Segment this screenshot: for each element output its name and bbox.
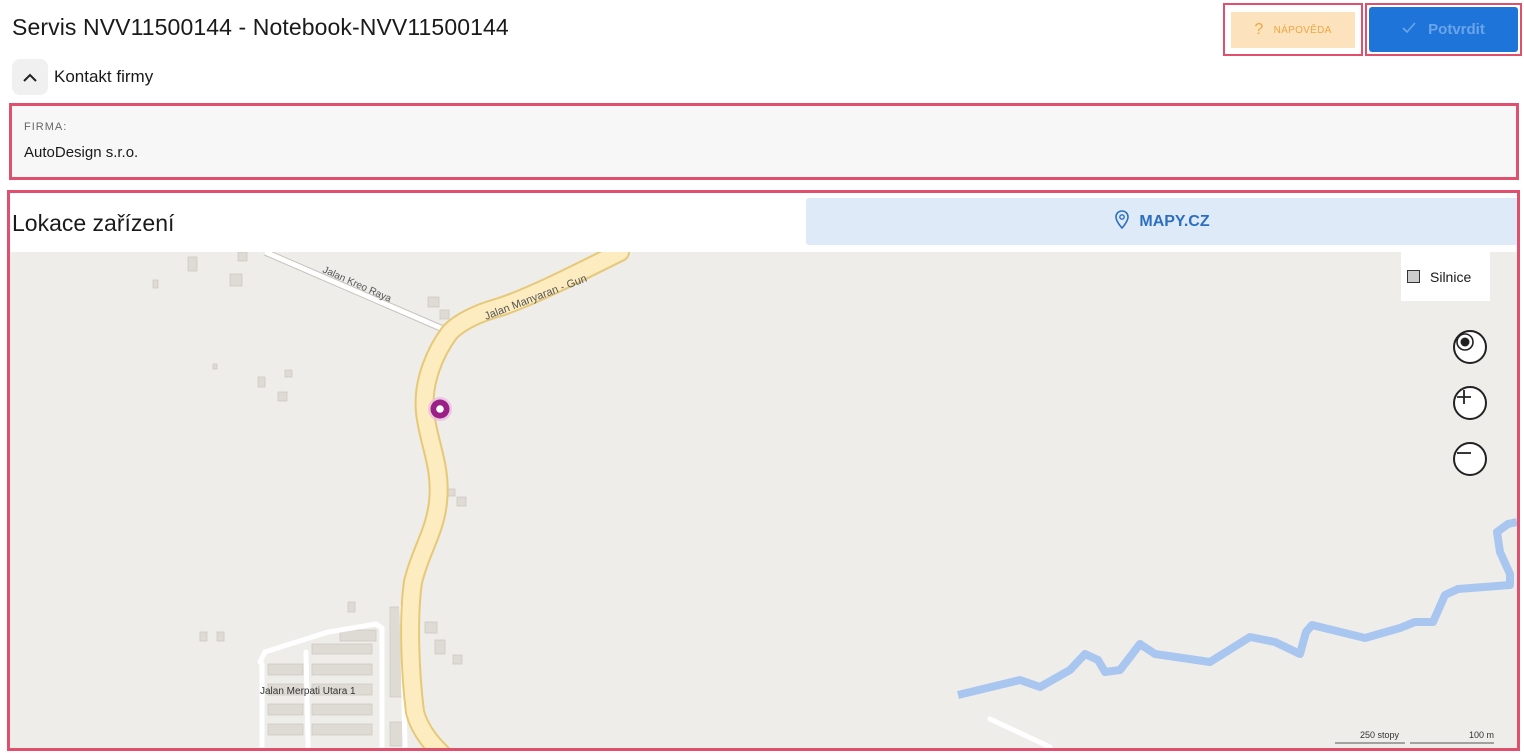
building [311, 663, 373, 676]
map-view[interactable]: Jalan Kreo Raya Jalan Manyaran - Gun Jal… [10, 252, 1517, 748]
street-label-merpati: Jalan Merpati Utara 1 [260, 686, 356, 697]
road [303, 649, 311, 748]
building [199, 631, 208, 642]
road [987, 716, 1053, 748]
confirm-button-frame: Potvrdit [1365, 3, 1522, 56]
building [212, 363, 218, 370]
building [267, 663, 304, 676]
contact-section-label: Kontakt firmy [54, 67, 154, 86]
building [229, 273, 243, 287]
building [187, 256, 198, 272]
building [452, 654, 463, 665]
checkmark-icon [1402, 21, 1416, 38]
building [267, 723, 304, 736]
building [439, 309, 450, 320]
firm-label: FIRMA: [24, 121, 68, 133]
street-label-kreo-raya: Jalan Kreo Raya [321, 265, 393, 305]
location-pin-icon [1115, 209, 1130, 234]
building [284, 369, 293, 378]
building [237, 252, 248, 262]
open-mapy-cz-button[interactable]: MAPY.CZ [806, 198, 1517, 245]
locate-button[interactable] [1453, 330, 1487, 364]
building [311, 703, 373, 716]
building [216, 631, 225, 642]
scale-label-metric: 100 m [1469, 730, 1495, 740]
building [339, 629, 377, 642]
question-mark-icon: ? [1254, 21, 1264, 38]
layer-toggle-roads[interactable]: Silnice [1401, 252, 1490, 301]
device-location-marker[interactable] [428, 397, 452, 421]
location-title: Lokace zařízení [12, 210, 175, 236]
building [267, 703, 304, 716]
river [957, 518, 1517, 699]
confirm-button[interactable]: Potvrdit [1369, 7, 1518, 52]
building [257, 376, 266, 388]
open-mapy-cz-label: MAPY.CZ [1139, 212, 1210, 230]
help-button-label: NÁPOVĚDA [1273, 24, 1332, 36]
contact-section-toggle[interactable]: Kontakt firmy [12, 59, 153, 95]
chevron-up-icon[interactable] [12, 59, 48, 95]
building [424, 621, 438, 634]
scale-label-imperial: 250 stopy [1360, 730, 1400, 740]
confirm-button-label: Potvrdit [1428, 21, 1485, 38]
building [456, 496, 467, 507]
help-button-frame: ? NÁPOVĚDA [1223, 3, 1363, 56]
location-header: Lokace zařízení MAPY.CZ [10, 193, 1517, 252]
building [347, 601, 356, 613]
zoom-in-button[interactable] [1453, 386, 1487, 420]
building [152, 279, 159, 289]
layer-label: Silnice [1430, 268, 1472, 285]
building [311, 723, 373, 736]
building [447, 488, 456, 497]
page-title: Servis NVV11500144 - Notebook-NVV1150014… [12, 14, 509, 40]
road [264, 252, 451, 335]
building [311, 643, 373, 655]
device-location-panel: Lokace zařízení MAPY.CZ Jalan Kreo Raya … [7, 190, 1520, 751]
building [277, 391, 288, 402]
firm-value: AutoDesign s.r.o. [24, 144, 139, 161]
zoom-out-button[interactable] [1453, 442, 1487, 476]
help-button[interactable]: ? NÁPOVĚDA [1231, 12, 1355, 48]
building [427, 296, 440, 308]
building [434, 639, 446, 655]
layer-checkbox[interactable] [1407, 270, 1420, 283]
map-canvas: Jalan Kreo Raya Jalan Manyaran - Gun Jal… [152, 252, 1517, 748]
firm-info-panel: FIRMA: AutoDesign s.r.o. [9, 103, 1519, 180]
